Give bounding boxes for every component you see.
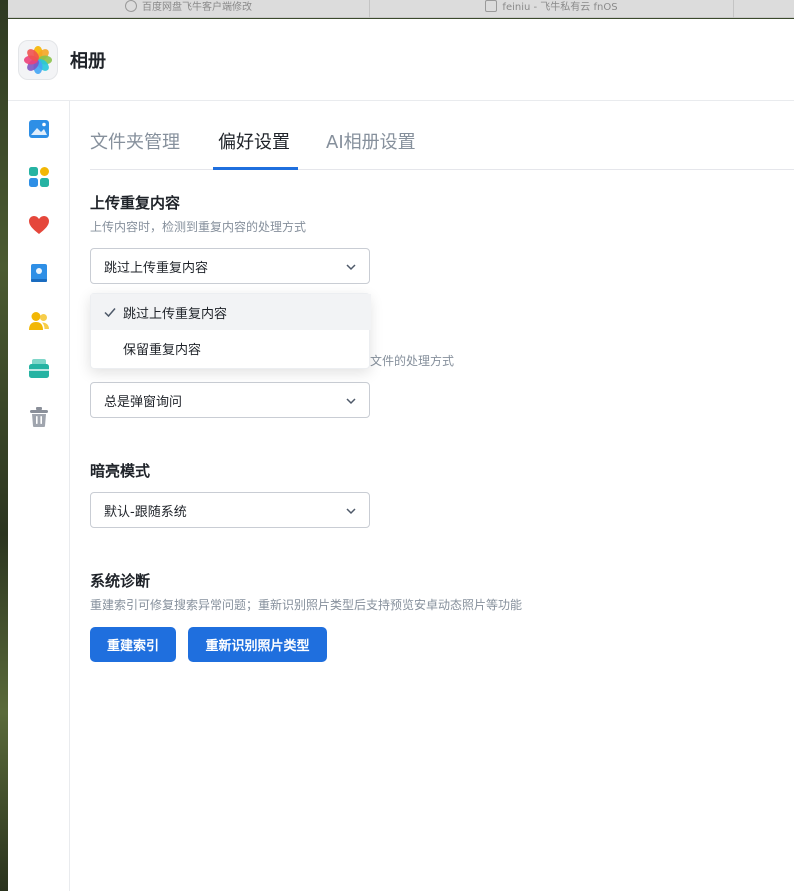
sidebar-item-trash[interactable]	[27, 405, 51, 429]
tab-preferences[interactable]: 偏好设置	[218, 128, 290, 170]
browser-tab-2[interactable]: feiniu - 飞牛私有云 fnOS	[370, 0, 734, 18]
chevron-down-icon	[346, 264, 356, 271]
browser-tab-1[interactable]: 百度网盘飞牛客户端修改	[8, 0, 370, 18]
album-book-icon	[31, 264, 47, 282]
upload-duplicate-select[interactable]: 跳过上传重复内容	[90, 248, 370, 284]
sidebar-item-people[interactable]	[27, 309, 51, 333]
upload-duplicate-title: 上传重复内容	[90, 194, 181, 212]
sidebar-item-collections[interactable]	[27, 261, 51, 285]
upload-duplicate-value: 跳过上传重复内容	[104, 260, 209, 276]
sidebar-item-albums[interactable]	[27, 165, 51, 189]
second-setting-desc: 文件的处理方式	[370, 354, 455, 368]
page-icon	[485, 0, 498, 12]
sidebar-item-photos[interactable]	[27, 117, 51, 141]
photos-app: 相册 文件夹管理 偏好设置 AI相册设置 上传重复内容 上传内容时，检测到重复内…	[8, 19, 794, 891]
rebuild-index-button[interactable]: 重建索引	[90, 627, 176, 662]
chevron-down-icon	[346, 508, 356, 515]
sidebar-item-folders[interactable]	[27, 357, 51, 381]
upload-duplicate-desc: 上传内容时，检测到重复内容的处理方式	[90, 220, 307, 234]
settings-tabs: 文件夹管理 偏好设置 AI相册设置	[90, 101, 794, 170]
reidentify-photo-type-button[interactable]: 重新识别照片类型	[188, 627, 327, 662]
diagnostics-title: 系统诊断	[90, 572, 151, 590]
second-setting-select[interactable]: 总是弹窗询问	[90, 382, 370, 418]
active-tab-indicator	[213, 167, 298, 170]
heart-icon	[29, 216, 49, 234]
dropdown-option-keep[interactable]: 保留重复内容	[91, 330, 371, 366]
second-setting-value: 总是弹窗询问	[104, 394, 183, 410]
main-content: 文件夹管理 偏好设置 AI相册设置 上传重复内容 上传内容时，检测到重复内容的处…	[90, 101, 794, 891]
photos-flower-icon	[18, 39, 58, 80]
dark-mode-value: 默认-跟随系统	[104, 504, 187, 520]
dropdown-option-label: 跳过上传重复内容	[123, 306, 228, 322]
trash-icon	[30, 407, 48, 427]
app-title: 相册	[70, 50, 106, 72]
diagnostics-desc: 重建索引可修复搜索异常问题；重新识别照片类型后支持预览安卓动态照片等功能	[90, 598, 523, 612]
upload-duplicate-dropdown: 跳过上传重复内容 保留重复内容	[90, 293, 371, 369]
sidebar-item-favorites[interactable]	[27, 213, 51, 237]
image-icon	[29, 120, 49, 138]
check-icon	[104, 308, 116, 318]
dropdown-option-skip[interactable]: 跳过上传重复内容	[91, 294, 371, 330]
sidebar	[8, 101, 70, 891]
dropdown-option-label: 保留重复内容	[123, 342, 202, 358]
desktop-wallpaper	[0, 0, 8, 891]
folder-image-icon	[29, 359, 49, 378]
browser-tab-1-label: 百度网盘飞牛客户端修改	[142, 2, 252, 13]
chevron-down-icon	[346, 398, 356, 405]
globe-icon	[125, 0, 137, 12]
grid-icon	[29, 167, 49, 187]
tab-ai-album-settings[interactable]: AI相册设置	[326, 128, 416, 170]
people-icon	[29, 312, 49, 330]
browser-tab-strip: 百度网盘飞牛客户端修改 feiniu - 飞牛私有云 fnOS	[8, 0, 794, 18]
dark-mode-title: 暗亮模式	[90, 462, 151, 480]
app-header: 相册	[8, 19, 794, 101]
tab-folder-management[interactable]: 文件夹管理	[90, 128, 180, 170]
dark-mode-select[interactable]: 默认-跟随系统	[90, 492, 370, 528]
browser-tab-2-label: feiniu - 飞牛私有云 fnOS	[502, 2, 618, 13]
